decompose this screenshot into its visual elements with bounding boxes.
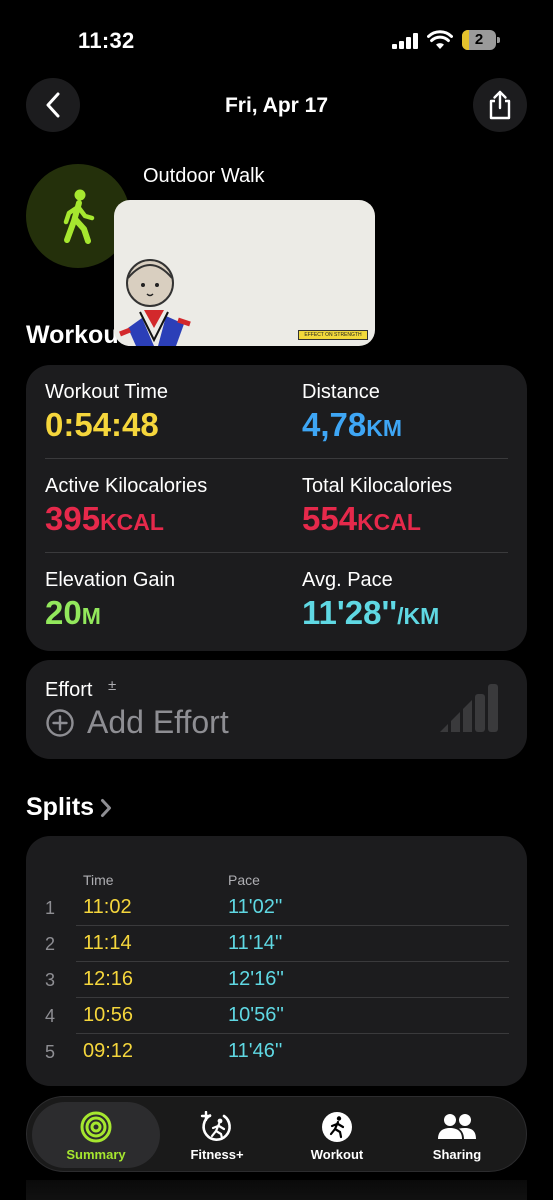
metric-value: 395KCAL: [45, 500, 164, 537]
metric-total-kilocalories: Total Kilocalories 554KCAL: [302, 475, 452, 538]
workout-section-title: Workout: [26, 321, 127, 349]
tab-fitness-plus[interactable]: Fitness+: [153, 1102, 281, 1168]
splits-pace-header: Pace: [228, 872, 260, 888]
plus-minus-icon: ±: [108, 677, 117, 694]
split-number: 5: [45, 1042, 56, 1062]
sticker-overlay[interactable]: EFFECT ON STRENGTH: [114, 200, 375, 346]
share-button[interactable]: [473, 78, 527, 132]
wifi-icon: [427, 30, 453, 49]
split-time: 10:56: [83, 1004, 134, 1026]
activity-rings-icon: [80, 1111, 112, 1143]
tab-label: Fitness+: [190, 1147, 244, 1162]
splits-card[interactable]: Time Pace 1 11:02 11'02'' 2 11:14 11'14'…: [26, 836, 527, 1086]
metric-label: Distance: [302, 381, 380, 403]
effort-card[interactable]: Effort ± Add Effort: [26, 660, 527, 759]
metric-active-kilocalories: Active Kilocalories 395KCAL: [45, 475, 207, 538]
split-pace: 12'16'': [228, 968, 284, 990]
splits-title: Splits: [26, 793, 95, 821]
split-number: 1: [45, 898, 56, 918]
split-row: 2 11:14 11'14'': [26, 926, 527, 962]
chevron-right-icon: [101, 798, 112, 817]
metric-elevation-gain: Elevation Gain 20M: [45, 569, 175, 632]
split-pace: 11'14'': [228, 932, 283, 954]
workout-type-name: Outdoor Walk: [143, 165, 265, 187]
metric-value: 4,78KM: [302, 406, 403, 443]
share-icon: [489, 90, 511, 120]
people-icon: [438, 1114, 476, 1139]
tab-label: Sharing: [432, 1147, 482, 1162]
split-row: 4 10:56 10'56'': [26, 998, 527, 1034]
metric-label: Total Kilocalories: [302, 475, 453, 497]
page-title: Fri, Apr 17: [224, 94, 329, 117]
split-time: 11:14: [83, 932, 132, 954]
metric-label: Active Kilocalories: [45, 475, 208, 497]
metric-value: 554KCAL: [302, 500, 421, 537]
effort-label: Effort: [45, 679, 93, 701]
running-figure-icon: [322, 1112, 352, 1142]
tab-summary[interactable]: Summary: [32, 1102, 160, 1168]
metric-workout-time: Workout Time 0:54:48: [45, 381, 168, 444]
tab-label: Summary: [66, 1147, 126, 1162]
metric-value: 20M: [45, 594, 101, 631]
split-number: 2: [45, 934, 56, 954]
sticker-caption: EFFECT ON STRENGTH: [298, 330, 368, 340]
tab-bar: Summary Fitness+ Workout Sharing: [26, 1096, 527, 1172]
splits-time-header: Time: [83, 872, 114, 888]
add-effort-label: Add Effort: [87, 704, 229, 740]
split-row: 3 12:16 12'16'': [26, 962, 527, 998]
split-time: 11:02: [83, 896, 132, 918]
metric-label: Avg. Pace: [302, 569, 393, 591]
cellular-signal-icon: [392, 33, 418, 49]
fitness-plus-icon: [200, 1111, 231, 1141]
divider: [45, 552, 508, 553]
split-time: 09:12: [83, 1040, 134, 1062]
metric-label: Workout Time: [45, 381, 168, 403]
scroll-content-peek: [26, 1180, 527, 1200]
split-row: 5 09:12 11'46'': [26, 1034, 527, 1070]
tab-label: Workout: [310, 1147, 364, 1162]
effort-level-bars-icon: [440, 684, 498, 732]
tab-workout[interactable]: Workout: [273, 1102, 401, 1168]
workout-details-card[interactable]: Workout Time 0:54:48 Distance 4,78KM Act…: [26, 365, 527, 651]
metric-label: Elevation Gain: [45, 569, 176, 591]
split-pace: 10'56'': [228, 1004, 284, 1026]
status-time: 11:32: [78, 28, 135, 53]
split-pace: 11'02'': [228, 896, 283, 918]
split-time: 12:16: [83, 968, 134, 990]
plus-circle-icon: [46, 708, 74, 737]
metric-avg-pace: Avg. Pace 11'28''/KM: [302, 569, 439, 632]
metric-distance: Distance 4,78KM: [302, 381, 402, 444]
walking-figure-icon: [63, 189, 95, 244]
split-pace: 11'46'': [228, 1040, 283, 1062]
status-bar: 11:32 2: [0, 0, 553, 70]
split-row: 1 11:02 11'02'': [26, 890, 527, 926]
battery-level-text: 2: [474, 31, 484, 48]
metric-value: 11'28''/KM: [302, 594, 440, 631]
tab-sharing[interactable]: Sharing: [393, 1102, 521, 1168]
cartoon-character-sticker: [119, 259, 191, 346]
divider: [45, 458, 508, 459]
add-effort-button[interactable]: Add Effort: [45, 704, 229, 741]
split-number: 3: [45, 970, 56, 990]
splits-section-link[interactable]: Splits: [26, 793, 112, 822]
battery-icon: 2: [462, 30, 500, 50]
metric-value: 0:54:48: [45, 406, 159, 443]
split-number: 4: [45, 1006, 56, 1026]
